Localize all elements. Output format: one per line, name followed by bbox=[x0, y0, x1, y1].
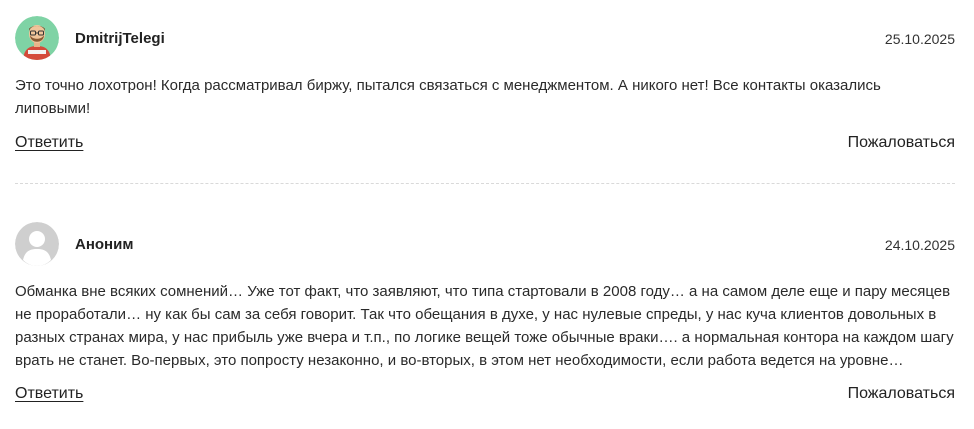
reply-link[interactable]: Ответить bbox=[15, 385, 83, 403]
comment-text: Обманка вне всяких сомнений… Уже тот фак… bbox=[15, 283, 954, 369]
comment-divider bbox=[15, 183, 955, 184]
comment-actions: Ответить Пожаловаться bbox=[15, 134, 955, 156]
complain-link[interactable]: Пожаловаться bbox=[848, 134, 955, 152]
comment-date: 25.10.2025 bbox=[884, 31, 955, 47]
comment-author: Аноним bbox=[75, 236, 134, 253]
comment-actions: Ответить Пожаловаться bbox=[15, 385, 955, 407]
complain-link[interactable]: Пожаловаться bbox=[848, 385, 955, 403]
comment-header: DmitrijTelegi 25.10.2025 bbox=[15, 16, 955, 60]
comment-text: Это точно лохотрон! Когда рассматривал б… bbox=[15, 77, 881, 117]
reply-link[interactable]: Ответить bbox=[15, 134, 83, 152]
comment-item: DmitrijTelegi 25.10.2025 Это точно лохот… bbox=[15, 16, 955, 156]
comment-item: Аноним 24.10.2025 Обманка вне всяких сом… bbox=[15, 222, 955, 407]
comments-list: DmitrijTelegi 25.10.2025 Это точно лохот… bbox=[0, 0, 974, 429]
comment-author: DmitrijTelegi bbox=[75, 30, 165, 47]
user-photo-avatar-icon bbox=[15, 16, 59, 60]
comment-date: 24.10.2025 bbox=[884, 237, 955, 253]
comment-header: Аноним 24.10.2025 bbox=[15, 222, 955, 266]
default-user-avatar-icon bbox=[15, 222, 59, 266]
